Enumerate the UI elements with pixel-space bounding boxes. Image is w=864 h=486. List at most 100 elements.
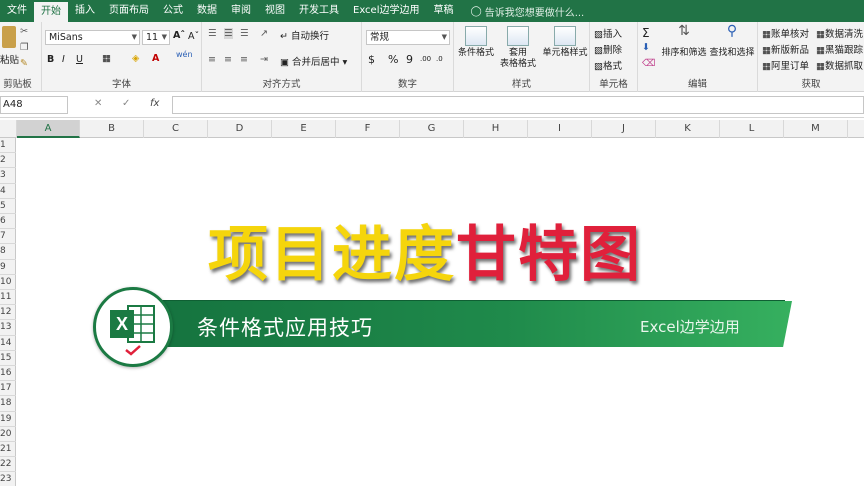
copy-icon[interactable]: ❐ [20, 42, 29, 53]
wrap-text-button[interactable]: ↵ 自动换行 [280, 28, 329, 42]
format-as-table-button[interactable]: 套用 表格格式 [498, 24, 538, 70]
confirm-icon[interactable]: ✓ [122, 98, 130, 109]
row-header[interactable]: 9 [0, 260, 16, 275]
tell-me-search[interactable]: ◯ 告诉我您想要做什么... [471, 4, 585, 19]
acquire-item-ali[interactable]: ▦阿里订单 [762, 58, 809, 72]
delete-cells-button[interactable]: ▧删除 [594, 42, 622, 56]
bold-button[interactable]: B [47, 54, 54, 65]
select-all-corner[interactable] [0, 120, 17, 138]
fill-icon[interactable]: ⬇ [642, 42, 650, 53]
row-header[interactable]: 1 [0, 138, 16, 154]
row-header[interactable]: 18 [0, 396, 16, 412]
row-header[interactable]: 16 [0, 366, 16, 382]
italic-button[interactable]: I [62, 54, 65, 65]
comma-button[interactable]: 9 [406, 53, 413, 66]
acquire-item-clean[interactable]: ▦数据清洗 [816, 26, 863, 40]
row-header[interactable]: 11 [0, 290, 16, 306]
column-header[interactable]: B [80, 120, 144, 138]
number-format-select[interactable]: 常规 ▼ [366, 30, 450, 45]
decrease-decimal-button[interactable]: .0 [436, 55, 443, 63]
cut-icon[interactable]: ✂ [20, 26, 28, 37]
row-header[interactable]: 4 [0, 184, 16, 199]
increase-decimal-button[interactable]: .00 [420, 55, 431, 63]
font-size-select[interactable]: 11 ▼ [142, 30, 170, 45]
cell-styles-button[interactable]: 单元格样式 [542, 24, 588, 59]
align-center-icon[interactable]: ≡ [224, 54, 232, 65]
percent-button[interactable]: % [388, 53, 398, 66]
insert-cells-button[interactable]: ▧插入 [594, 26, 622, 40]
row-header[interactable]: 20 [0, 427, 16, 442]
merge-center-button[interactable]: ▣ 合并后居中 ▾ [280, 54, 347, 68]
row-header[interactable]: 5 [0, 199, 16, 214]
tab-developer[interactable]: 开发工具 [292, 0, 346, 22]
tab-home[interactable]: 开始 [34, 2, 68, 22]
name-box[interactable]: A48 [0, 96, 68, 114]
tab-excel-learn[interactable]: Excel边学边用 [346, 0, 427, 22]
underline-button[interactable]: U [76, 54, 83, 65]
row-header[interactable]: 8 [0, 244, 16, 260]
acquire-item-cat[interactable]: ▦黑猫跟踪 [816, 42, 863, 56]
acquire-item-bill[interactable]: ▦账单核对 [762, 26, 809, 40]
find-select-button[interactable]: ⚲ 查找和选择 [708, 24, 756, 59]
acquire-item-grab[interactable]: ▦数据抓取 [816, 58, 863, 72]
row-header[interactable]: 23 [0, 472, 16, 486]
align-right-icon[interactable]: ≡ [240, 54, 248, 65]
align-middle-icon[interactable]: ☰ [224, 28, 233, 39]
clear-icon[interactable]: ⌫ [642, 58, 655, 69]
paste-icon[interactable] [2, 26, 16, 48]
autosum-icon[interactable]: Σ [642, 26, 650, 40]
column-header[interactable]: I [528, 120, 592, 138]
row-header[interactable]: 10 [0, 275, 16, 290]
column-header[interactable]: A [17, 120, 80, 138]
tab-draft[interactable]: 草稿 [427, 0, 461, 22]
paste-button[interactable]: 粘贴 [0, 52, 19, 66]
tab-review[interactable]: 审阅 [224, 0, 258, 22]
indent-icon[interactable]: ⇥ [260, 54, 268, 65]
grow-font-icon[interactable]: Aˆ [173, 30, 185, 41]
font-name-select[interactable]: MiSans ▼ [45, 30, 140, 45]
conditional-format-button[interactable]: 条件格式 [456, 24, 496, 59]
row-header[interactable]: 14 [0, 336, 16, 351]
column-header[interactable]: H [464, 120, 528, 138]
shrink-font-icon[interactable]: Aˇ [188, 31, 199, 42]
row-header[interactable]: 22 [0, 457, 16, 473]
tab-insert[interactable]: 插入 [68, 0, 102, 22]
tab-view[interactable]: 视图 [258, 0, 292, 22]
row-header[interactable]: 2 [0, 153, 16, 169]
column-header[interactable]: D [208, 120, 272, 138]
tab-file[interactable]: 文件 [0, 0, 34, 22]
align-top-icon[interactable]: ☰ [208, 28, 217, 39]
align-left-icon[interactable]: ≡ [208, 54, 216, 65]
formula-input[interactable] [172, 96, 864, 114]
font-color-icon[interactable]: A [152, 53, 159, 64]
align-bottom-icon[interactable]: ☰ [240, 28, 249, 39]
fill-color-icon[interactable]: ◈ [132, 53, 139, 64]
row-header[interactable]: 6 [0, 214, 16, 230]
row-header[interactable]: 12 [0, 305, 16, 321]
column-header[interactable]: G [400, 120, 464, 138]
row-header[interactable]: 15 [0, 351, 16, 366]
currency-button[interactable]: $ [368, 53, 375, 66]
row-header[interactable]: 13 [0, 320, 16, 336]
tab-data[interactable]: 数据 [190, 0, 224, 22]
row-header[interactable]: 3 [0, 168, 16, 184]
row-header[interactable]: 19 [0, 412, 16, 427]
cancel-icon[interactable]: ✕ [94, 98, 102, 109]
insert-function-button[interactable]: fx [150, 98, 159, 109]
column-header[interactable]: J [592, 120, 656, 138]
row-header[interactable]: 7 [0, 229, 16, 245]
sort-filter-button[interactable]: ⇅ 排序和筛选 [660, 24, 708, 59]
row-header[interactable]: 17 [0, 381, 16, 397]
column-header[interactable]: F [336, 120, 400, 138]
tab-page-layout[interactable]: 页面布局 [102, 0, 156, 22]
column-header[interactable]: M [784, 120, 848, 138]
column-header[interactable]: L [720, 120, 784, 138]
acquire-item-new[interactable]: ▦新版新品 [762, 42, 809, 56]
column-header[interactable]: K [656, 120, 720, 138]
border-icon[interactable]: ▦ [102, 53, 111, 64]
phonetic-button[interactable]: wén [176, 50, 193, 59]
orientation-icon[interactable]: ↗ [260, 28, 268, 39]
row-header[interactable]: 21 [0, 442, 16, 458]
tab-formulas[interactable]: 公式 [156, 0, 190, 22]
column-header[interactable]: C [144, 120, 208, 138]
